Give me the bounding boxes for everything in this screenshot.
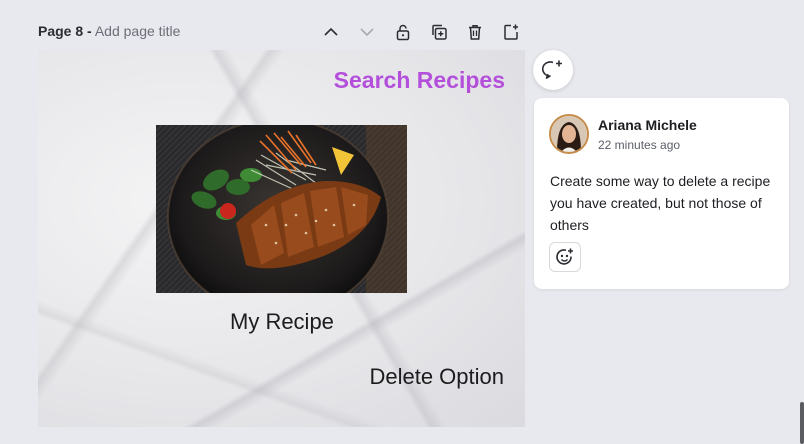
lock-icon: [396, 24, 410, 41]
comment-text: Create some way to delete a recipe you h…: [550, 173, 771, 233]
food-photo[interactable]: [156, 125, 407, 293]
emoji-add-icon: [556, 248, 573, 265]
scrollbar[interactable]: [800, 402, 804, 444]
duplicate-button[interactable]: [427, 20, 451, 44]
comment-timestamp: 22 minutes ago: [598, 138, 681, 152]
add-comment-icon: [542, 60, 562, 79]
comment-author: Ariana Michele: [598, 117, 697, 133]
page-header: Page 8 - Add page title: [38, 20, 528, 44]
user-avatar-image: [551, 116, 587, 152]
my-recipe-text[interactable]: My Recipe: [230, 309, 334, 335]
page-number: Page 8 -: [38, 23, 92, 39]
page-title-input[interactable]: Add page title: [95, 23, 181, 39]
chevron-down-icon: [360, 28, 374, 37]
add-reaction-button[interactable]: [549, 242, 581, 272]
search-recipes-heading[interactable]: Search Recipes: [334, 67, 505, 94]
delete-page-button[interactable]: [463, 20, 487, 44]
avatar[interactable]: [549, 114, 589, 154]
grilled-chicken-salad-image: [156, 125, 407, 293]
comment-card: Ariana Michele 22 minutes ago Create som…: [534, 98, 789, 289]
chevron-up-icon: [324, 27, 338, 36]
page-label[interactable]: Page 8 - Add page title: [38, 23, 180, 39]
add-comment-button[interactable]: [533, 50, 573, 90]
move-up-button[interactable]: [319, 20, 343, 44]
move-down-button[interactable]: [355, 20, 379, 44]
trash-icon: [469, 25, 481, 40]
add-page-icon: [504, 24, 518, 40]
add-page-button[interactable]: [499, 20, 523, 44]
delete-option-text[interactable]: Delete Option: [369, 364, 504, 390]
lock-button[interactable]: [391, 20, 415, 44]
duplicate-icon: [432, 24, 447, 40]
design-canvas[interactable]: Search Recipes My Recipe Delete Option: [38, 50, 525, 427]
